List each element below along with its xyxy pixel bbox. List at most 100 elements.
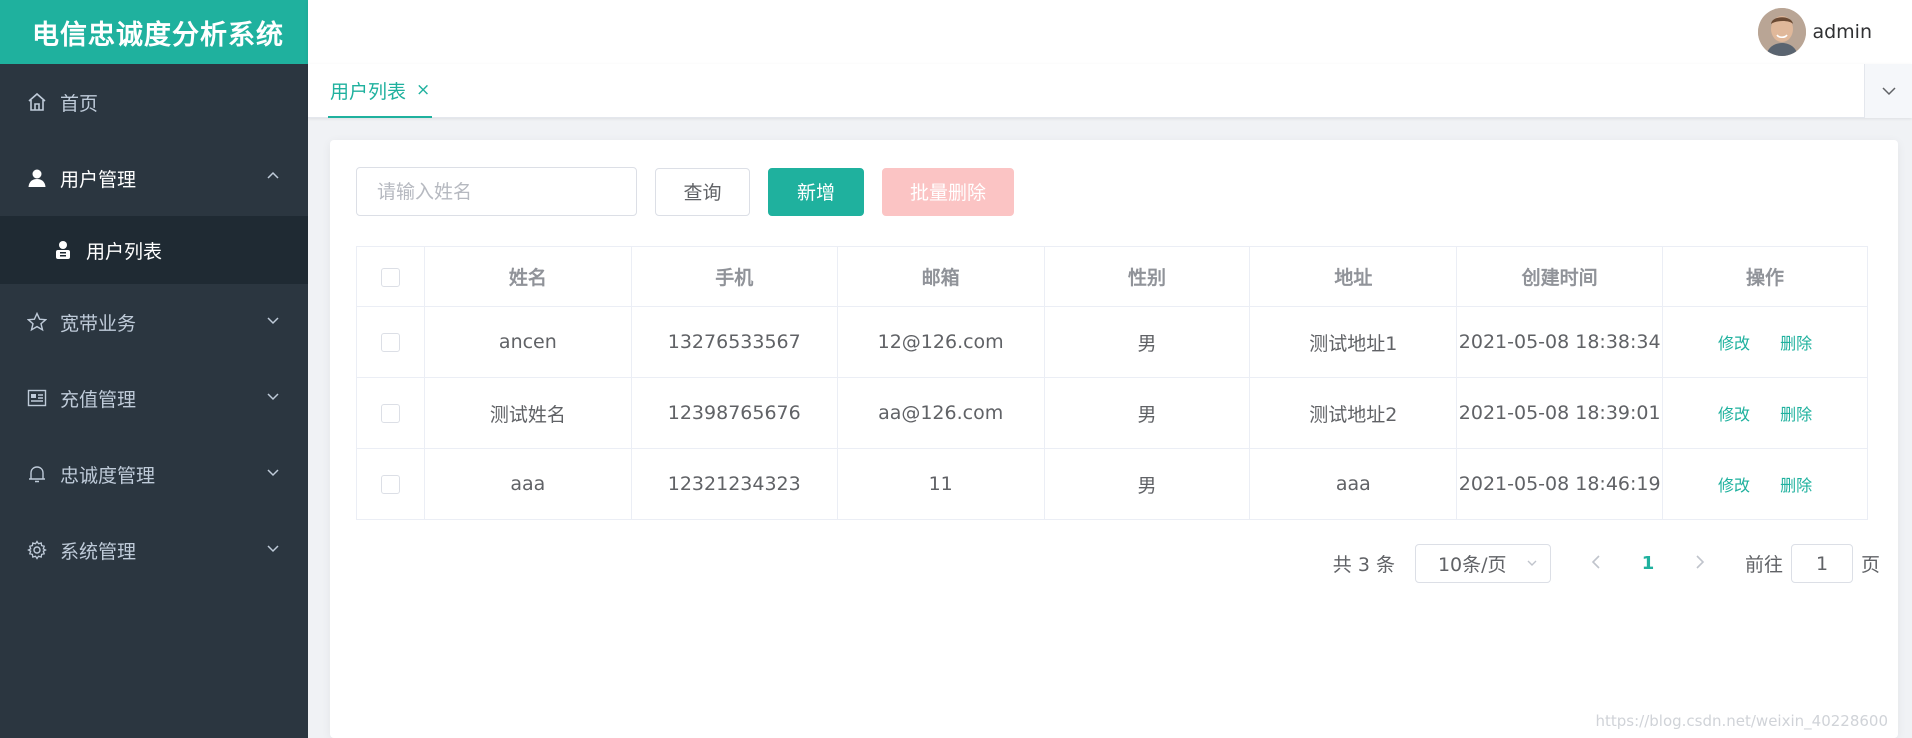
prev-page-button[interactable] [1571, 551, 1621, 576]
delete-link[interactable]: 删除 [1780, 405, 1812, 424]
user-table: 姓名 手机 邮箱 性别 地址 创建时间 操作 ancen 13276533567… [356, 246, 1868, 520]
goto-page-input[interactable] [1790, 544, 1853, 583]
app-title: 电信忠诚度分析系统 [0, 0, 308, 64]
sidebar-item-recharge[interactable]: 充值管理 [0, 360, 308, 436]
page-size-value: 10条/页 [1437, 554, 1507, 576]
cell-address: 测试地址1 [1249, 306, 1458, 378]
table-row: 测试姓名 12398765676 aa@126.com 男 测试地址2 2021… [356, 377, 1868, 449]
cell-gender: 男 [1044, 448, 1251, 520]
chevron-down-icon [1527, 560, 1537, 566]
goto-suffix: 页 [1860, 554, 1880, 576]
pagination: 共 3 条 10条/页 1 前往 页 [1333, 544, 1880, 583]
cell-name: 测试姓名 [424, 377, 632, 449]
top-header: admin [308, 0, 1912, 64]
sidebar-item-label: 忠诚度管理 [60, 464, 156, 487]
cell-email: aa@126.com [837, 377, 1045, 449]
cell-created: 2021-05-08 18:39:01 [1456, 377, 1664, 449]
tab-label: 用户列表 [330, 80, 407, 103]
avatar [1758, 8, 1807, 56]
sidebar-item-home[interactable]: 首页 [0, 64, 308, 140]
chevron-up-icon [267, 171, 279, 179]
username: admin [1812, 21, 1872, 43]
cell-email: 12@126.com [837, 306, 1045, 378]
chevron-right-icon [1696, 555, 1705, 569]
cell-gender: 男 [1044, 377, 1251, 449]
batch-delete-button[interactable]: 批量删除 [882, 167, 1014, 216]
cell-phone: 12321234323 [631, 448, 838, 520]
cell-phone: 13276533567 [631, 306, 838, 378]
user-icon [26, 167, 48, 189]
row-checkbox[interactable] [380, 475, 400, 494]
sidebar-item-label: 用户列表 [86, 240, 163, 263]
delete-link[interactable]: 删除 [1780, 334, 1812, 353]
table-row: ancen 13276533567 12@126.com 男 测试地址1 202… [356, 306, 1868, 378]
row-checkbox[interactable] [380, 333, 400, 352]
sidebar-item-broadband[interactable]: 宽带业务 [0, 284, 308, 360]
sidebar-item-user-list[interactable]: 用户列表 [0, 216, 308, 284]
cell-email: 11 [837, 448, 1045, 520]
table-header-row: 姓名 手机 邮箱 性别 地址 创建时间 操作 [356, 246, 1868, 307]
cell-gender: 男 [1044, 306, 1251, 378]
cell-address: aaa [1249, 448, 1458, 520]
chevron-down-icon [267, 317, 279, 325]
cell-address: 测试地址2 [1249, 377, 1458, 449]
tabs-dropdown-button[interactable] [1864, 64, 1912, 118]
column-header: 邮箱 [837, 246, 1045, 307]
sidebar-item-loyalty[interactable]: 忠诚度管理 [0, 436, 308, 512]
card-icon [26, 387, 48, 409]
user-menu[interactable]: admin [1758, 8, 1872, 56]
submenu-user-management: 用户列表 [0, 216, 308, 284]
chevron-down-icon [267, 545, 279, 553]
add-button[interactable]: 新增 [768, 167, 864, 216]
column-header: 地址 [1249, 246, 1458, 307]
cell-name: aaa [424, 448, 632, 520]
chevron-down-icon [1881, 87, 1896, 96]
bell-icon [26, 463, 48, 485]
column-header: 姓名 [424, 246, 632, 307]
search-input[interactable] [356, 167, 637, 216]
main-card: 查询 新增 批量删除 姓名 手机 邮箱 性别 地址 创建时间 操作 ancen [330, 140, 1898, 738]
chevron-left-icon [1591, 555, 1600, 569]
column-header: 性别 [1044, 246, 1251, 307]
star-icon [26, 311, 48, 333]
delete-link[interactable]: 删除 [1780, 476, 1812, 495]
chevron-down-icon [267, 469, 279, 477]
column-header: 操作 [1662, 246, 1868, 307]
pagination-total: 共 3 条 [1332, 554, 1395, 576]
goto-prefix: 前往 [1744, 554, 1783, 576]
edit-link[interactable]: 修改 [1718, 405, 1750, 424]
sidebar-item-system[interactable]: 系统管理 [0, 512, 308, 588]
cell-phone: 12398765676 [631, 377, 838, 449]
query-button[interactable]: 查询 [655, 167, 750, 216]
watermark: https://blog.csdn.net/weixin_40228600 [1595, 712, 1888, 730]
tabs-bar: 用户列表 × [308, 64, 1912, 118]
close-icon[interactable]: × [416, 80, 430, 100]
row-checkbox[interactable] [380, 404, 400, 423]
page-number[interactable]: 1 [1621, 553, 1675, 574]
cell-name: ancen [424, 306, 632, 378]
select-all-checkbox[interactable] [380, 267, 400, 287]
column-header: 手机 [631, 246, 838, 307]
sidebar-item-label: 首页 [60, 92, 99, 115]
home-icon [26, 91, 48, 113]
user-list-icon [52, 239, 74, 261]
sidebar-item-label: 宽带业务 [60, 312, 137, 335]
toolbar: 查询 新增 批量删除 [356, 167, 1014, 216]
edit-link[interactable]: 修改 [1718, 334, 1750, 353]
sidebar-item-label: 充值管理 [60, 388, 137, 411]
table-row: aaa 12321234323 11 男 aaa 2021-05-08 18:4… [356, 448, 1868, 520]
tab-user-list[interactable]: 用户列表 × [328, 64, 433, 118]
sidebar-item-label: 系统管理 [60, 540, 137, 563]
cell-created: 2021-05-08 18:38:34 [1456, 306, 1664, 378]
sidebar-item-label: 用户管理 [60, 168, 137, 191]
gear-icon [26, 539, 48, 561]
sidebar-item-user-management[interactable]: 用户管理 [0, 140, 308, 216]
edit-link[interactable]: 修改 [1718, 476, 1750, 495]
next-page-button[interactable] [1675, 551, 1725, 576]
goto-page: 前往 页 [1745, 544, 1880, 583]
sidebar: 电信忠诚度分析系统 首页 用户管理 用户列表 宽带业务 充值管理 忠诚度管理 系… [0, 0, 308, 738]
chevron-down-icon [267, 393, 279, 401]
cell-created: 2021-05-08 18:46:19 [1456, 448, 1664, 520]
column-header: 创建时间 [1456, 246, 1664, 307]
page-size-select[interactable]: 10条/页 [1414, 544, 1551, 583]
